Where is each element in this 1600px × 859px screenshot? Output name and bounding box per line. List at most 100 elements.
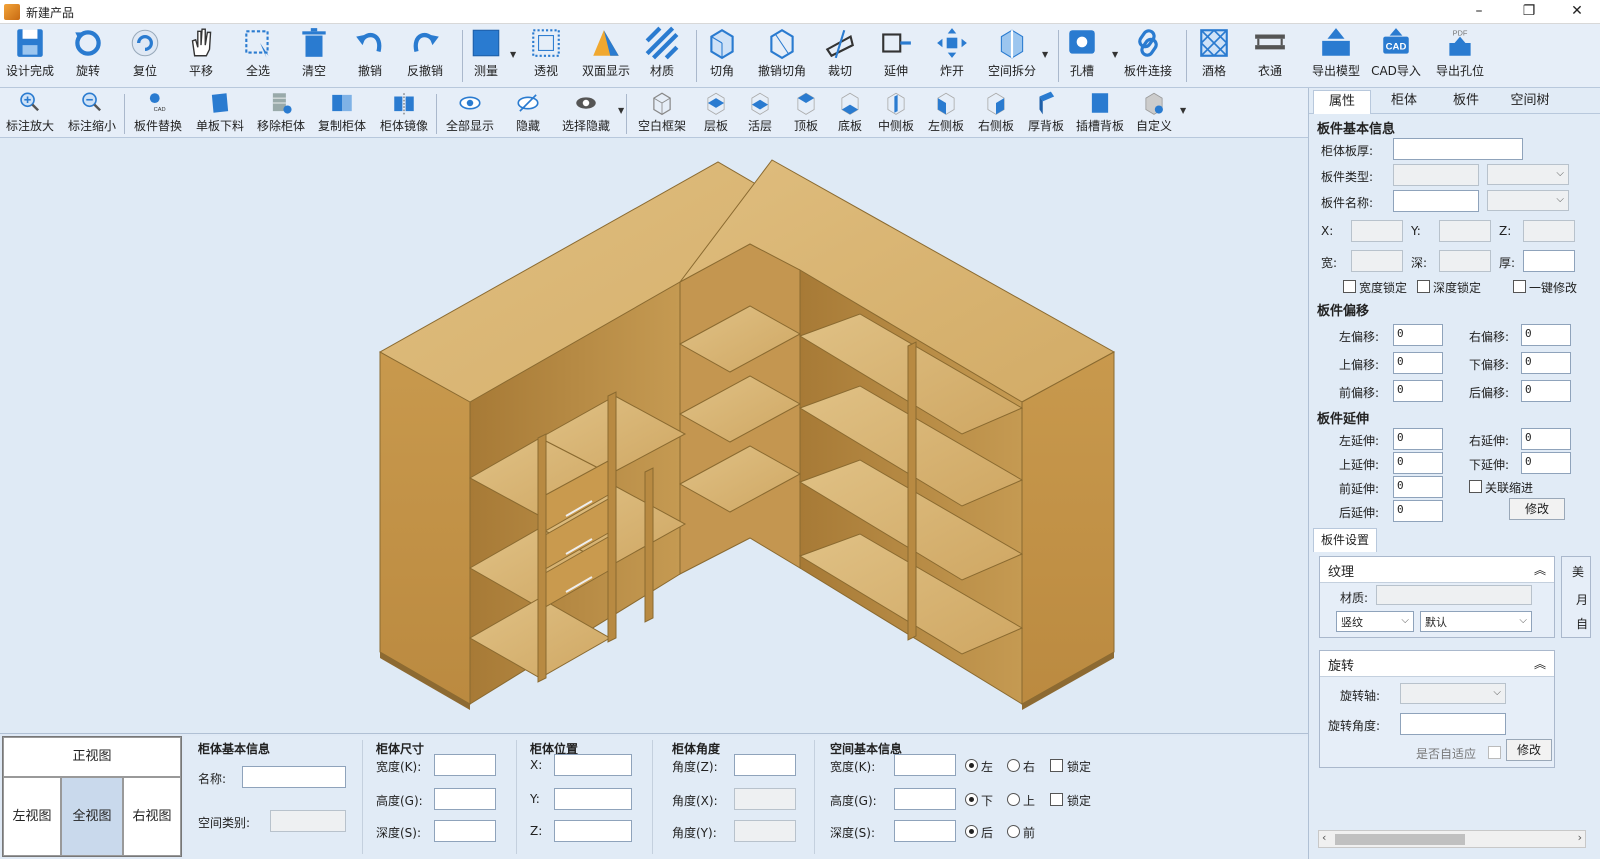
close-button[interactable]: ✕ [1554, 0, 1600, 24]
left-offset-input[interactable]: 0 [1393, 324, 1443, 346]
panel-name-input[interactable] [1393, 190, 1479, 212]
tab-space-tree[interactable]: 空间树 [1497, 90, 1563, 114]
angle-z-input[interactable] [734, 754, 796, 776]
slot-back-button[interactable]: 插槽背板 [1070, 90, 1130, 136]
position-x-input[interactable] [554, 754, 632, 776]
panel-type-select[interactable]: ⌵ [1487, 164, 1569, 185]
panel-x-input[interactable] [1351, 220, 1403, 242]
pan-button[interactable]: 平移 [169, 26, 233, 86]
panel-d-input[interactable] [1439, 250, 1491, 272]
single-board-button[interactable]: 单板下料 [190, 90, 250, 136]
tab-panel-settings[interactable]: 板件设置 [1313, 528, 1377, 552]
space-split-dropdown-icon[interactable]: ▼ [1042, 50, 1048, 59]
rotation-axis-select[interactable]: ⌵ [1400, 683, 1506, 704]
cabinet-depth-input[interactable] [434, 820, 496, 842]
panel-connect-button[interactable]: 板件连接 [1116, 26, 1180, 86]
grain-select[interactable]: 竖纹 ⌵ [1336, 611, 1414, 632]
perspective-button[interactable]: 透视 [514, 26, 578, 86]
angle-y-input[interactable] [734, 820, 796, 842]
panel-t-input[interactable] [1523, 250, 1575, 272]
angle-x-input[interactable] [734, 788, 796, 810]
position-z-input[interactable] [554, 820, 632, 842]
redo-button[interactable]: 反撤销 [393, 26, 457, 86]
width-lock-checkbox[interactable] [1050, 759, 1063, 772]
custom-button[interactable]: 自定义 [1124, 90, 1184, 136]
3d-viewport[interactable] [0, 138, 1308, 734]
width-lock-checkbox[interactable] [1343, 280, 1356, 293]
panel-thickness-input[interactable] [1393, 138, 1523, 160]
measure-dropdown-icon[interactable]: ▼ [510, 50, 516, 59]
rotation-modify-button[interactable]: 修改 [1506, 739, 1552, 761]
space-up-radio[interactable] [1007, 793, 1020, 806]
tab-panel[interactable]: 板件 [1435, 90, 1497, 114]
space-down-radio[interactable] [965, 793, 978, 806]
space-back-radio[interactable] [965, 825, 978, 838]
show-all-button[interactable]: 全部显示 [440, 90, 500, 136]
explode-button[interactable]: 炸开 [920, 26, 984, 86]
mirror-cabinet-button[interactable]: 柜体镜像 [374, 90, 434, 136]
design-done-button[interactable]: 设计完成 [0, 26, 62, 86]
full-view-button[interactable]: 全视图 [61, 777, 123, 856]
cabinet-width-input[interactable] [434, 754, 496, 776]
cabinet-name-input[interactable] [242, 766, 346, 788]
rotation-angle-input[interactable] [1400, 713, 1506, 735]
clothes-rail-button[interactable]: 衣通 [1238, 26, 1302, 86]
wine-grid-button[interactable]: 酒格 [1182, 26, 1246, 86]
cad-import-button[interactable]: CAD CAD导入 [1364, 26, 1428, 86]
panel-replace-button[interactable]: CAD 板件替换 [128, 90, 188, 136]
space-depth-input[interactable] [894, 820, 956, 842]
front-ext-input[interactable]: 0 [1393, 476, 1443, 498]
panel-w-input[interactable] [1351, 250, 1403, 272]
measure-button[interactable]: 测量 [454, 26, 518, 86]
empty-frame-button[interactable]: 空白框架 [632, 90, 692, 136]
panel-z-input[interactable] [1523, 220, 1575, 242]
one-key-edit-checkbox[interactable] [1513, 280, 1526, 293]
export-holes-button[interactable]: PDF 导出孔位 [1428, 26, 1492, 86]
front-offset-input[interactable]: 0 [1393, 380, 1443, 402]
back-offset-input[interactable]: 0 [1521, 380, 1571, 402]
rotate-button[interactable]: 旋转 [56, 26, 120, 86]
restore-button[interactable]: ❐ [1506, 0, 1552, 24]
space-height-input[interactable] [894, 788, 956, 810]
position-y-input[interactable] [554, 788, 632, 810]
auto-fit-checkbox[interactable] [1488, 746, 1501, 759]
space-width-input[interactable] [894, 754, 956, 776]
crop-button[interactable]: 裁切 [808, 26, 872, 86]
copy-cabinet-button[interactable]: 复制柜体 [312, 90, 372, 136]
hole-slot-dropdown-icon[interactable]: ▼ [1112, 50, 1118, 59]
reset-button[interactable]: 复位 [113, 26, 177, 86]
collapse-icon[interactable]: ︽ [1534, 561, 1546, 578]
left-ext-input[interactable]: 0 [1393, 428, 1443, 450]
hide-button[interactable]: 隐藏 [498, 90, 558, 136]
right-ext-input[interactable]: 0 [1521, 428, 1571, 450]
double-side-button[interactable]: 双面显示 [574, 26, 638, 86]
select-hide-button[interactable]: 选择隐藏 [556, 90, 616, 136]
undo-cut-corner-button[interactable]: 撤销切角 [750, 26, 814, 86]
custom-dropdown-icon[interactable]: ▼ [1180, 106, 1186, 115]
scroll-left-icon[interactable]: ‹ [1322, 831, 1326, 844]
scroll-right-icon[interactable]: › [1578, 831, 1582, 844]
annot-zoom-out-button[interactable]: 标注缩小 [62, 90, 122, 136]
scrollbar-thumb[interactable] [1335, 834, 1465, 845]
cut-corner-button[interactable]: 切角 [690, 26, 754, 86]
top-ext-input[interactable]: 0 [1393, 452, 1443, 474]
space-type-input[interactable] [270, 810, 346, 832]
rotation-header[interactable]: 旋转 ︽ [1320, 651, 1554, 677]
collapse-icon[interactable]: ︽ [1534, 655, 1546, 672]
bottom-offset-input[interactable]: 0 [1521, 352, 1571, 374]
link-indent-checkbox[interactable] [1469, 480, 1482, 493]
bottom-ext-input[interactable]: 0 [1521, 452, 1571, 474]
right-view-button[interactable]: 右视图 [123, 777, 181, 856]
back-ext-input[interactable]: 0 [1393, 500, 1443, 522]
panel-type-input[interactable] [1393, 164, 1479, 186]
minimize-button[interactable]: – [1456, 0, 1502, 24]
select-hide-dropdown-icon[interactable]: ▼ [618, 106, 624, 115]
mode-select[interactable]: 默认 ⌵ [1420, 611, 1532, 632]
cabinet-height-input[interactable] [434, 788, 496, 810]
depth-lock-checkbox[interactable] [1417, 280, 1430, 293]
cabinet-3d-model[interactable] [0, 138, 1308, 734]
space-split-button[interactable]: 空间拆分 [980, 26, 1044, 86]
remove-cabinet-button[interactable]: 移除柜体 [251, 90, 311, 136]
tab-properties[interactable]: 属性 [1313, 90, 1371, 114]
space-front-radio[interactable] [1007, 825, 1020, 838]
